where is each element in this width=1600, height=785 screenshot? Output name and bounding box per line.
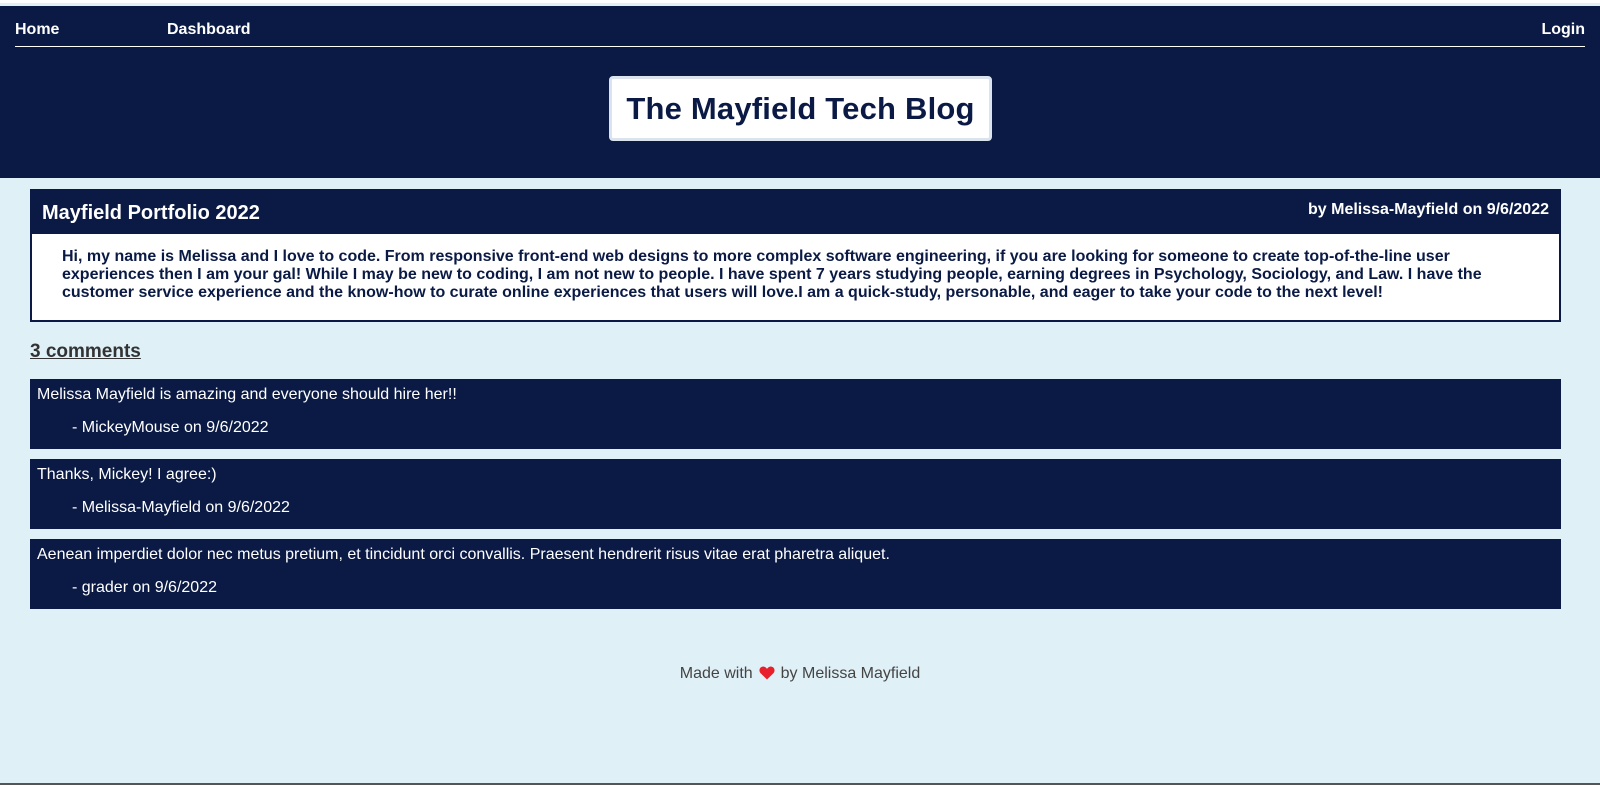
post-header: Mayfield Portfolio 2022 by Melissa-Mayfi… [32,191,1559,234]
comment-meta: - grader on 9/6/2022 [72,579,217,596]
footer: Made with by Melissa Mayfield [0,665,1600,685]
comment-text: Thanks, Mickey! I agree:) [37,466,217,483]
comment-item: Thanks, Mickey! I agree:) - Melissa-Mayf… [30,459,1561,529]
comment-text: Melissa Mayfield is amazing and everyone… [37,386,457,403]
comment-text: Aenean imperdiet dolor nec metus pretium… [37,546,890,563]
footer-suffix: by Melissa Mayfield [780,665,921,682]
nav-dashboard-link[interactable]: Dashboard [167,20,251,40]
nav-home-link[interactable]: Home [15,20,59,40]
comment-item: Melissa Mayfield is amazing and everyone… [30,379,1561,449]
comment-item: Aenean imperdiet dolor nec metus pretium… [30,539,1561,609]
footer-prefix: Made with [679,665,753,682]
comments-count-link[interactable]: 3 comments [30,341,141,363]
heart-icon [759,666,775,685]
post-card: Mayfield Portfolio 2022 by Melissa-Mayfi… [30,189,1561,322]
site-header: Home Dashboard Login The Mayfield Tech B… [0,6,1600,178]
site-title: The Mayfield Tech Blog [626,90,975,126]
comment-meta: - Melissa-Mayfield on 9/6/2022 [72,499,290,516]
post-body: Hi, my name is Melissa and I love to cod… [62,248,1482,301]
nav-login-link[interactable]: Login [1541,20,1585,40]
site-title-box: The Mayfield Tech Blog [609,76,992,141]
post-byline: by Melissa-Mayfield on 9/6/2022 [1308,201,1549,218]
page: Home Dashboard Login The Mayfield Tech B… [0,0,1600,785]
post-title: Mayfield Portfolio 2022 [42,202,260,224]
top-nav: Home Dashboard Login [15,6,1585,47]
comment-meta: - MickeyMouse on 9/6/2022 [72,419,269,436]
